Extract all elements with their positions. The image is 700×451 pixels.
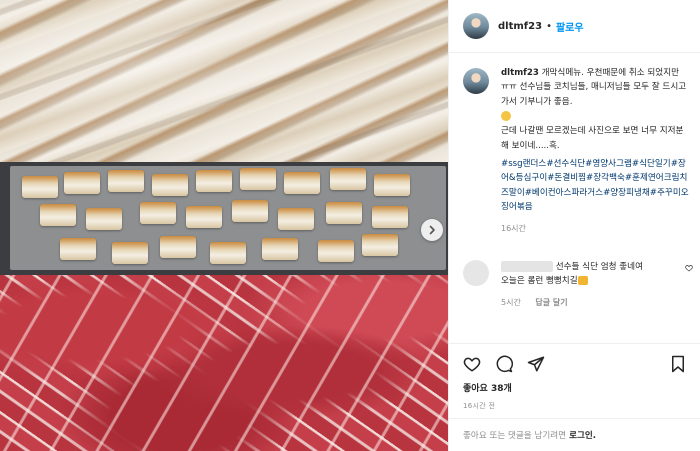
add-comment-bar: 좋아요 또는 댓글을 남기려면 로그인. [449,418,700,451]
caption-username[interactable]: dltmf23 [501,68,539,78]
comment-heart-icon[interactable] [685,264,693,272]
separator-dot: • [546,20,552,32]
post-header: dltmf23 • 팔로우 [449,0,700,53]
caption: dltmf23 개막식메뉴. 우천때문에 취소 되었지만 ㅠㅠ 선수님들 코치님… [463,66,693,234]
bookmark-icon[interactable] [669,355,687,373]
comment-avatar-blurred[interactable] [463,260,489,286]
comment-icon[interactable] [495,355,513,373]
heart-icon[interactable] [463,355,481,373]
next-image-button[interactable] [421,219,443,241]
share-icon[interactable] [527,355,545,373]
comment-time: 5시간 [501,297,521,307]
post-side-panel: dltmf23 • 팔로우 dltmf23 개막식메뉴. 우천때문에 취소 되었… [448,0,700,451]
post-photo [0,0,448,451]
caption-text: dltmf23 개막식메뉴. 우천때문에 취소 되었지만 ㅠㅠ 선수님들 코치님… [501,66,689,215]
comment: 선수들 식단 엄청 좋네여 오늘은 롬런 뻥뻥치길 5시간 답글 달기 [463,260,693,308]
comment-body-1: 선수들 식단 엄청 좋네여 [555,262,643,272]
follow-button[interactable]: 팔로우 [556,19,584,34]
caption-hashtags[interactable]: #ssg랜더스#선수식단#영양사그램#식단일기#장어&등심구이#돈결비찜#장각백… [501,157,689,215]
caption-avatar[interactable] [463,68,489,94]
raw-beef-photo [0,275,448,451]
grilled-pork-belly-photo [0,162,448,275]
grilled-eel-photo [0,0,448,162]
post-username[interactable]: dltmf23 [498,21,542,32]
comment-meta: 5시간 답글 달기 [501,297,693,308]
chevron-right-icon [429,225,435,235]
comment-body-2: 오늘은 롬런 뻥뻥치길 [501,276,578,287]
login-link[interactable]: 로그인. [569,429,596,441]
action-bar: 좋아요 38개 16시간 전 [449,343,700,411]
comment-text: 선수들 식단 엄청 좋네여 오늘은 롬런 뻥뻥치길 [501,260,687,289]
like-count[interactable]: 좋아요 38개 [463,381,687,394]
caption-time: 16시간 [501,223,526,233]
reply-button[interactable]: 답글 달기 [535,298,567,307]
post-timestamp: 16시간 전 [463,402,496,410]
avatar[interactable] [463,13,489,39]
add-comment-prompt: 좋아요 또는 댓글을 남기려면 [463,431,567,441]
thumbs-up-emoji-icon [577,276,588,286]
comment-username-blurred[interactable] [501,261,553,272]
caption-body-2: 근데 나갈땐 모르겠는데 사진으로 보면 너무 지저분해 보이네.....흑. [501,126,684,151]
smile-emoji-icon [501,111,511,122]
